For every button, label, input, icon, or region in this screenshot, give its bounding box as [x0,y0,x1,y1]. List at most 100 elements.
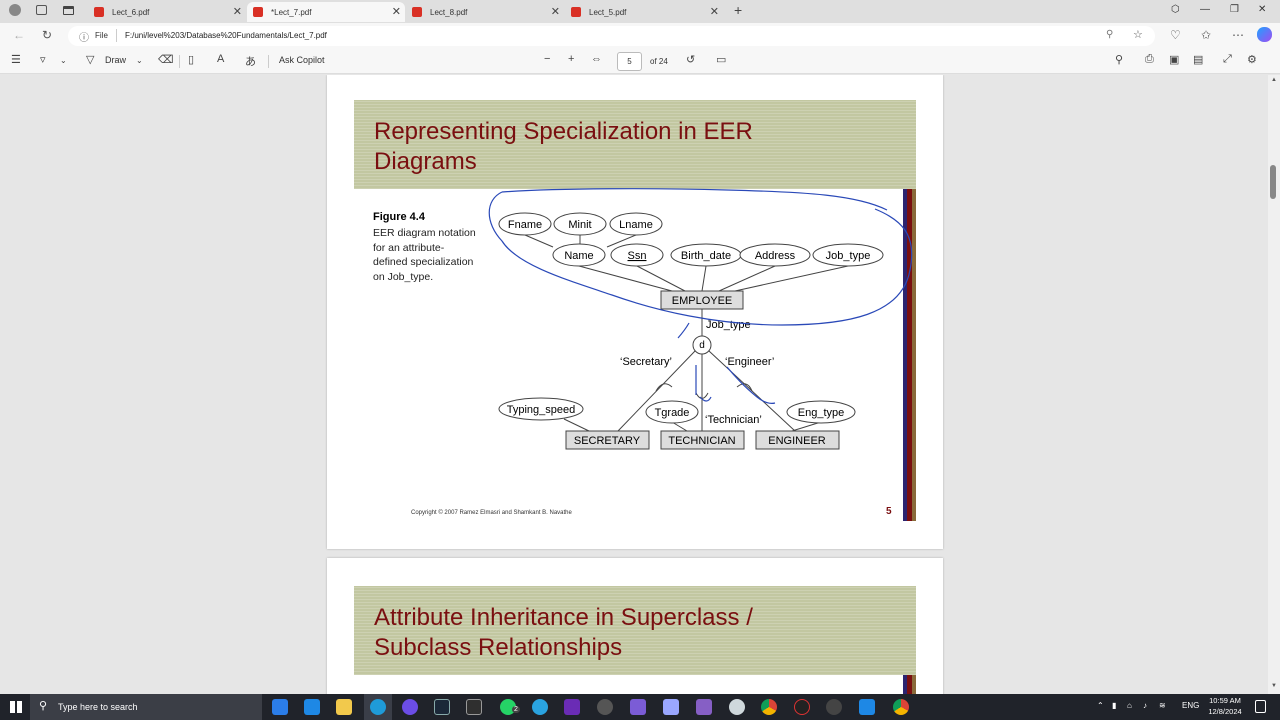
windows-start-icon[interactable] [10,701,22,713]
url-text[interactable]: F:/uni/level%203/Database%20Fundamentals… [125,31,327,40]
branch-label-engineer: ‘Engineer’ [725,356,774,368]
refresh-icon[interactable]: ↻ [42,28,52,42]
language-indicator[interactable]: ENG [1182,701,1199,710]
save-as-icon[interactable]: ▤ [1193,53,1203,66]
zoom-in-icon[interactable]: + [568,53,574,65]
steam-icon[interactable] [434,699,450,715]
app-icon[interactable] [272,699,288,715]
pdf-viewer[interactable]: Representing Specialization in EER Diagr… [0,75,1280,694]
favorite-star-icon[interactable]: ☆ [1133,28,1143,41]
chevron-up-icon[interactable]: ⌃ [1097,701,1104,710]
taskbar: ⚲ Type here to search 2 ⌃ ▮ ⌂ ♪ ≋ ENG 10… [0,694,1280,720]
app-icon[interactable] [794,699,810,715]
close-window-icon[interactable]: ✕ [1258,4,1266,15]
close-icon[interactable]: ✕ [710,5,719,18]
search-icon[interactable]: ⚲ [1115,53,1123,66]
tab-lect7[interactable]: *Lect_7.pdf ✕ [247,2,405,22]
scroll-down-icon[interactable]: ▼ [1271,683,1277,689]
attr-address: Address [755,250,796,262]
erase-icon[interactable]: ⌫ [158,53,174,66]
page-number-input[interactable]: 5 [617,52,642,71]
defining-attribute-label: Job_type [706,319,751,331]
close-icon[interactable]: ✕ [551,5,560,18]
visual-studio-icon[interactable] [696,699,712,715]
attr-eng-type: Eng_type [798,407,844,419]
zoom-icon[interactable]: ⚲ [1106,29,1113,40]
save-icon[interactable]: ▣ [1169,53,1179,66]
telegram-icon[interactable] [532,699,548,715]
view-icon[interactable]: ▯ [188,53,194,66]
settings-gear-icon[interactable]: ⚙ [1247,53,1257,66]
volume-icon[interactable]: ♪ [1143,701,1147,710]
browser-essentials-icon[interactable]: ♡ [1170,28,1181,42]
favorites-icon[interactable]: ✩ [1201,28,1211,42]
page-total: of 24 [650,57,668,66]
network-icon[interactable]: ⌂ [1127,701,1132,710]
address-bar[interactable]: ⓘ File F:/uni/level%203/Database%20Funda… [68,26,1155,46]
new-tab-icon[interactable]: + [734,2,742,18]
file-scheme-label: File [95,31,108,40]
chevron-down-icon[interactable]: ⌄ [136,56,143,65]
settings-gear-icon[interactable] [826,699,842,715]
notifications-icon[interactable] [1255,700,1266,713]
app-icon[interactable] [564,699,580,715]
more-menu-icon[interactable]: ⋯ [1232,28,1244,42]
wifi-icon[interactable]: ≋ [1159,701,1166,710]
app-icon[interactable] [663,699,679,715]
tab-lect6[interactable]: Lect_6.pdf ✕ [88,2,246,22]
pdf-icon [253,7,263,17]
page-view-icon[interactable]: ▭ [716,53,726,66]
info-icon[interactable]: ⓘ [79,29,89,44]
tab-actions-icon[interactable] [63,6,74,15]
scrollbar-thumb[interactable] [1270,165,1276,199]
file-explorer-icon[interactable] [336,699,352,715]
print-icon[interactable]: ⎙ [1145,53,1154,66]
slide-header: Attribute Inheritance in Superclass / Su… [354,586,916,675]
whatsapp-badge: 2 [512,706,520,713]
draw-icon[interactable]: ▽ [86,53,94,66]
fit-page-icon[interactable]: ⇔ [591,53,602,65]
battery-icon[interactable]: ▮ [1112,701,1116,710]
pdf-page: Representing Specialization in EER Diagr… [327,75,943,549]
read-aloud-icon[interactable]: A [217,53,224,65]
close-icon[interactable]: ✕ [233,5,242,18]
pdf-toolbar: ☰ ▿ ⌄ ▽ Draw ⌄ ⌫ ▯ A あ Ask Copilot − + ⇔… [0,49,1280,74]
app-icon[interactable] [466,699,482,715]
app-icon[interactable] [729,699,745,715]
contents-icon[interactable]: ☰ [11,53,21,66]
attr-name: Name [564,250,593,262]
attr-job-type: Job_type [826,250,871,262]
tab-lect8[interactable]: Lect_8.pdf ✕ [406,2,564,22]
back-icon[interactable]: ← [13,28,25,42]
rotate-icon[interactable]: ↺ [686,53,695,66]
chrome-icon[interactable] [761,699,777,715]
restore-icon[interactable]: ❐ [1230,4,1239,15]
subclass-secretary: SECRETARY [574,435,641,447]
tab-lect5[interactable]: Lect_5.pdf ✕ [565,2,723,22]
draw-button[interactable]: Draw [105,55,126,65]
edge-icon[interactable] [370,699,386,715]
fullscreen-icon[interactable]: ⤢ [1223,53,1232,66]
zoom-out-icon[interactable]: − [544,53,550,65]
app-icon[interactable] [597,699,613,715]
ask-copilot-button[interactable]: Ask Copilot [279,55,325,65]
split-screen-icon[interactable]: ⬡ [1171,4,1180,15]
copilot-icon[interactable] [1257,27,1272,42]
workspaces-icon[interactable] [36,5,47,15]
app-icon[interactable] [859,699,875,715]
scroll-up-icon[interactable]: ▲ [1271,77,1277,83]
pdf-icon [412,7,422,17]
app-icon[interactable] [402,699,418,715]
slide-title-line: Subclass Relationships [374,634,623,661]
translate-icon[interactable]: あ [245,53,256,69]
close-icon[interactable]: ✕ [392,5,401,18]
profile-icon[interactable] [9,4,21,16]
app-icon[interactable] [304,699,320,715]
taskbar-search[interactable]: ⚲ Type here to search [30,694,262,720]
minimize-icon[interactable]: — [1200,4,1210,15]
highlight-icon[interactable]: ▿ [40,53,46,66]
chrome-icon[interactable] [893,699,909,715]
chevron-down-icon[interactable]: ⌄ [60,56,67,65]
clock[interactable]: 10:59 AM 12/8/2024 [1205,695,1245,717]
app-icon[interactable] [630,699,646,715]
